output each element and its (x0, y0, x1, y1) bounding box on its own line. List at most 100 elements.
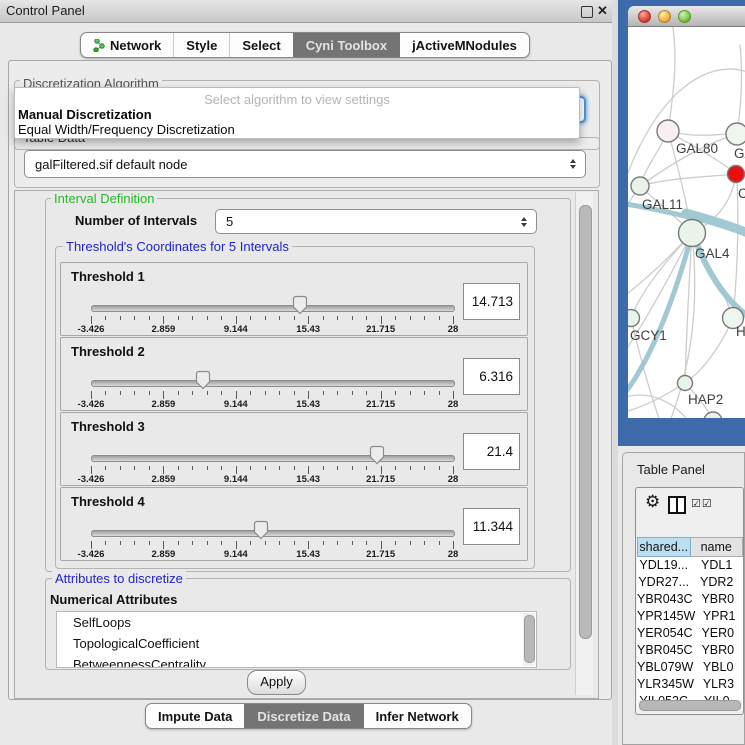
tick-mark (134, 391, 135, 395)
threshold-value-field[interactable]: 6.316 (463, 358, 520, 395)
mac-close-icon[interactable] (638, 10, 651, 23)
graph-node[interactable] (728, 166, 745, 183)
table-row[interactable]: YPR145WYPR1 (637, 608, 743, 625)
tick-mark (105, 466, 106, 470)
tick-label: 2.859 (152, 324, 176, 335)
attributes-group-title: Attributes to discretize (52, 571, 186, 586)
slider-thumb[interactable] (195, 370, 211, 390)
scrollbar-thumb[interactable] (524, 615, 535, 663)
dropdown-option[interactable]: Equal Width/Frequency Discretization (18, 122, 235, 137)
table-row[interactable]: YBL079WYBL0 (637, 659, 743, 676)
tick-mark (91, 391, 92, 399)
mac-minimize-icon[interactable] (658, 10, 671, 23)
table-cell: YER0 (693, 625, 743, 642)
tick-label: -3.426 (78, 549, 105, 560)
dropdown-prompt: Select algorithm to view settings (15, 92, 579, 107)
graph-edge[interactable] (737, 45, 741, 134)
network-canvas[interactable]: GAL80GACGAL11GAL4GCY1HHAP2 (628, 27, 745, 418)
table-row[interactable]: YDR27...YDR2 (637, 574, 743, 591)
tab-select[interactable]: Select (229, 33, 292, 57)
mac-zoom-icon[interactable] (678, 10, 691, 23)
slider-thumb[interactable] (369, 445, 385, 465)
slider-thumb[interactable] (292, 295, 308, 315)
slider-track[interactable] (91, 530, 455, 537)
slider-track[interactable] (91, 455, 455, 462)
table-row[interactable]: YER054CYER0 (637, 625, 743, 642)
tick-mark (236, 316, 237, 324)
apply-button[interactable]: Apply (247, 670, 306, 695)
table-cell: YPR1 (695, 608, 743, 625)
numerical-attributes-list[interactable]: SelfLoopsTopologicalCoefficientBetweenne… (56, 611, 537, 668)
scrollbar-thumb[interactable] (579, 205, 592, 639)
tab-infer-network[interactable]: Infer Network (363, 704, 471, 728)
attribute-list-item[interactable]: SelfLoops (57, 612, 536, 633)
tick-label: 15.43 (296, 549, 320, 560)
tick-mark (337, 391, 338, 395)
tick-mark (265, 541, 266, 545)
table-data-combobox[interactable]: galFiltered.sif default node (24, 150, 586, 178)
attribute-list-item[interactable]: BetweennessCentrality (57, 654, 536, 668)
tab-network[interactable]: Network (81, 33, 173, 57)
close-icon[interactable]: ✕ (597, 0, 608, 22)
table-row[interactable]: YLR345WYLR3 (637, 676, 743, 693)
tick-label: 15.43 (296, 474, 320, 485)
slider-thumb[interactable] (253, 520, 269, 540)
tick-mark (236, 391, 237, 399)
tick-mark (134, 466, 135, 470)
threshold-value-field[interactable]: 14.713 (463, 283, 520, 320)
graph-node[interactable] (657, 120, 679, 142)
gear-icon[interactable]: ⚙ (645, 493, 660, 510)
tab-impute-data[interactable]: Impute Data (146, 704, 244, 728)
threshold-row: Threshold 1-3.4262.8599.14415.4321.71528… (60, 262, 528, 336)
split-columns-icon[interactable] (668, 496, 686, 514)
tick-mark (395, 541, 396, 545)
scrollbar-thumb[interactable] (639, 700, 741, 711)
thresholds-group-title: Threshold's Coordinates for 5 Intervals (63, 239, 292, 254)
tab-style[interactable]: Style (173, 33, 229, 57)
graph-node[interactable] (628, 310, 640, 327)
threshold-value-field[interactable]: 21.4 (463, 433, 520, 470)
tick-mark (279, 466, 280, 470)
list-vertical-scrollbar[interactable] (523, 613, 535, 666)
graph-node[interactable] (704, 412, 722, 418)
number-of-intervals-combobox[interactable]: 5 (215, 209, 537, 234)
tick-mark (366, 541, 367, 545)
attribute-list-item[interactable]: TopologicalCoefficient (57, 633, 536, 654)
tick-mark (221, 316, 222, 320)
tick-label: 28 (448, 474, 459, 485)
table-cell: YBR0 (693, 591, 743, 608)
node-label: H (736, 324, 745, 339)
tick-mark (352, 391, 353, 395)
select-columns-icon[interactable]: ☑☑ (691, 497, 713, 510)
graph-node[interactable] (726, 123, 745, 145)
table-row[interactable]: YBR043CYBR0 (637, 591, 743, 608)
graph-node[interactable] (678, 376, 693, 391)
column-header[interactable]: shared... (637, 537, 691, 557)
float-window-icon[interactable] (581, 6, 593, 18)
settings-vertical-scrollbar[interactable] (575, 192, 593, 695)
tick-mark (221, 391, 222, 395)
threshold-value-field[interactable]: 11.344 (463, 508, 520, 545)
slider-track[interactable] (91, 305, 455, 312)
tab-jactivemnodules[interactable]: jActiveMNodules (399, 33, 529, 57)
tick-mark (352, 466, 353, 470)
table-panel-window: Table Panel ⚙ ☑☑ shared...name YDL19...Y… (622, 452, 745, 745)
tab-label: Infer Network (376, 709, 459, 724)
graph-edge[interactable] (631, 233, 692, 318)
table-row[interactable]: YBR045CYBR0 (637, 642, 743, 659)
slider-track[interactable] (91, 380, 455, 387)
graph-node[interactable] (679, 220, 706, 247)
table-row[interactable]: YDL19...YDL1 (637, 557, 743, 574)
number-of-intervals-value: 5 (216, 214, 233, 229)
graph-edge[interactable] (668, 27, 675, 131)
tab-cyni-toolbox[interactable]: Cyni Toolbox (293, 33, 399, 57)
tick-label: 21.715 (366, 549, 395, 560)
tick-mark (366, 466, 367, 470)
column-header[interactable]: name (691, 537, 744, 557)
tab-discretize-data[interactable]: Discretize Data (244, 704, 362, 728)
table-horizontal-scrollbar[interactable] (638, 700, 742, 710)
dropdown-option[interactable]: Manual Discretization (18, 107, 152, 122)
tick-mark (149, 391, 150, 395)
graph-node[interactable] (631, 177, 649, 195)
tick-mark (453, 391, 454, 399)
